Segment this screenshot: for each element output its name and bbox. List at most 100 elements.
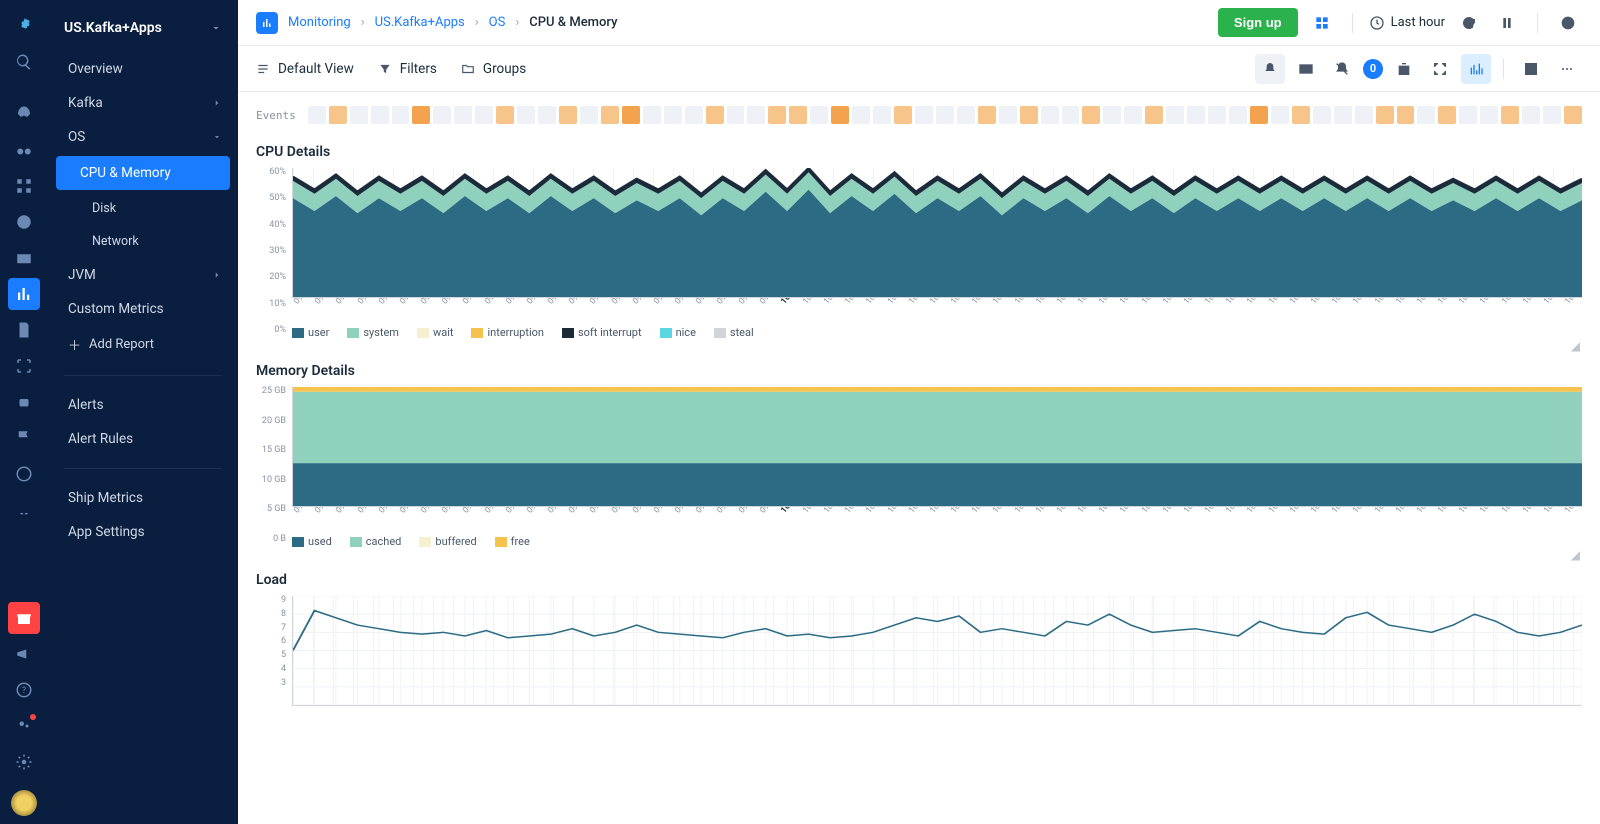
archive-icon[interactable] bbox=[8, 242, 40, 274]
refresh-icon[interactable] bbox=[1455, 9, 1483, 37]
resize-handle[interactable]: ◢ bbox=[256, 548, 1582, 562]
time-range-selector[interactable]: Last hour bbox=[1369, 15, 1445, 31]
layout-split-icon[interactable] bbox=[1516, 54, 1546, 84]
search-icon[interactable] bbox=[8, 46, 40, 78]
event-cell[interactable] bbox=[1187, 106, 1205, 124]
event-cell[interactable] bbox=[999, 106, 1017, 124]
export-icon[interactable] bbox=[1389, 54, 1419, 84]
event-cell[interactable] bbox=[1103, 106, 1121, 124]
event-cell[interactable] bbox=[957, 106, 975, 124]
event-cell[interactable] bbox=[1417, 106, 1435, 124]
signup-button[interactable]: Sign up bbox=[1218, 8, 1298, 37]
event-cell[interactable] bbox=[747, 106, 765, 124]
event-cell[interactable] bbox=[1250, 106, 1268, 124]
event-cell[interactable] bbox=[727, 106, 745, 124]
globe-icon[interactable] bbox=[8, 458, 40, 490]
event-cell[interactable] bbox=[329, 106, 347, 124]
event-cell[interactable] bbox=[559, 106, 577, 124]
app-selector[interactable]: US.Kafka+Apps bbox=[48, 12, 238, 52]
equalizer-icon[interactable] bbox=[1461, 54, 1491, 84]
sidebar-subitem[interactable]: CPU & Memory bbox=[56, 156, 230, 190]
event-cell[interactable] bbox=[1229, 106, 1247, 124]
event-cell[interactable] bbox=[433, 106, 451, 124]
alert-icon[interactable] bbox=[8, 206, 40, 238]
event-cell[interactable] bbox=[831, 106, 849, 124]
user-avatar[interactable] bbox=[11, 790, 37, 816]
event-cell[interactable] bbox=[1062, 106, 1080, 124]
megaphone-icon[interactable] bbox=[8, 638, 40, 670]
pause-icon[interactable] bbox=[1493, 9, 1521, 37]
event-cell[interactable] bbox=[1501, 106, 1519, 124]
help-circle-icon[interactable]: ? bbox=[1554, 9, 1582, 37]
add-report-button[interactable]: ＋ Add Report bbox=[48, 326, 238, 363]
memory-chart[interactable]: 25 GB20 GB15 GB10 GB5 GB0 B 09:3709:3809… bbox=[256, 387, 1582, 562]
event-cell[interactable] bbox=[496, 106, 514, 124]
event-cell[interactable] bbox=[664, 106, 682, 124]
sidebar-item[interactable]: App Settings bbox=[48, 515, 238, 549]
event-cell[interactable] bbox=[580, 106, 598, 124]
incognito-icon[interactable] bbox=[8, 494, 40, 526]
apps-icon[interactable] bbox=[1308, 9, 1336, 37]
sidebar-item[interactable]: OS bbox=[48, 120, 238, 154]
crumb-app[interactable]: US.Kafka+Apps bbox=[375, 15, 465, 30]
sidebar-item[interactable]: Kafka bbox=[48, 86, 238, 120]
event-cell[interactable] bbox=[1522, 106, 1540, 124]
sidebar-item[interactable]: JVM bbox=[48, 258, 238, 292]
event-cell[interactable] bbox=[789, 106, 807, 124]
event-cell[interactable] bbox=[1355, 106, 1373, 124]
event-cell[interactable] bbox=[1334, 106, 1352, 124]
grid-icon[interactable] bbox=[8, 170, 40, 202]
sidebar-subitem[interactable]: Disk bbox=[48, 192, 238, 225]
crumb-monitoring[interactable]: Monitoring bbox=[288, 15, 351, 30]
event-cell[interactable] bbox=[1564, 106, 1582, 124]
event-cell[interactable] bbox=[1082, 106, 1100, 124]
resize-handle[interactable]: ◢ bbox=[256, 339, 1582, 353]
bell-icon[interactable] bbox=[1255, 54, 1285, 84]
event-cell[interactable] bbox=[1208, 106, 1226, 124]
more-icon[interactable] bbox=[1552, 54, 1582, 84]
event-cell[interactable] bbox=[915, 106, 933, 124]
event-cell[interactable] bbox=[454, 106, 472, 124]
notif-count-badge[interactable]: 0 bbox=[1363, 59, 1383, 79]
event-cell[interactable] bbox=[852, 106, 870, 124]
settings-icon[interactable] bbox=[8, 746, 40, 778]
event-cell[interactable] bbox=[392, 106, 410, 124]
event-cell[interactable] bbox=[1376, 106, 1394, 124]
event-cell[interactable] bbox=[1271, 106, 1289, 124]
event-cell[interactable] bbox=[412, 106, 430, 124]
flag-icon[interactable] bbox=[8, 422, 40, 454]
event-cell[interactable] bbox=[685, 106, 703, 124]
event-cell[interactable] bbox=[1459, 106, 1477, 124]
event-cell[interactable] bbox=[371, 106, 389, 124]
event-cell[interactable] bbox=[1041, 106, 1059, 124]
event-cell[interactable] bbox=[1166, 106, 1184, 124]
cpu-chart[interactable]: 60%50%40%30%20%10%0% 09:3709:3809:3909:4… bbox=[256, 168, 1582, 353]
mute-icon[interactable] bbox=[1327, 54, 1357, 84]
gift-icon[interactable] bbox=[8, 602, 40, 634]
sidebar-item[interactable]: Alert Rules bbox=[48, 422, 238, 456]
event-cell[interactable] bbox=[350, 106, 368, 124]
binoculars-icon[interactable] bbox=[8, 134, 40, 166]
event-cell[interactable] bbox=[1292, 106, 1310, 124]
event-cell[interactable] bbox=[1397, 106, 1415, 124]
bot-icon[interactable] bbox=[8, 386, 40, 418]
crumb-os[interactable]: OS bbox=[489, 15, 506, 30]
event-cell[interactable] bbox=[936, 106, 954, 124]
event-cell[interactable] bbox=[622, 106, 640, 124]
fullscreen-icon[interactable] bbox=[1425, 54, 1455, 84]
event-cell[interactable] bbox=[894, 106, 912, 124]
event-cell[interactable] bbox=[1124, 106, 1142, 124]
event-cell[interactable] bbox=[475, 106, 493, 124]
event-cell[interactable] bbox=[538, 106, 556, 124]
sidebar-subitem[interactable]: Network bbox=[48, 225, 238, 258]
sidebar-item[interactable]: Alerts bbox=[48, 388, 238, 422]
mail-icon[interactable] bbox=[1291, 54, 1321, 84]
sidebar-item[interactable]: Overview bbox=[48, 52, 238, 86]
logo-icon[interactable] bbox=[8, 10, 40, 42]
event-cell[interactable] bbox=[768, 106, 786, 124]
rocket-icon[interactable] bbox=[8, 98, 40, 130]
event-cell[interactable] bbox=[1438, 106, 1456, 124]
default-view-button[interactable]: Default View bbox=[256, 61, 354, 77]
doc-icon[interactable] bbox=[8, 314, 40, 346]
load-chart[interactable]: 9876543 bbox=[256, 596, 1582, 706]
